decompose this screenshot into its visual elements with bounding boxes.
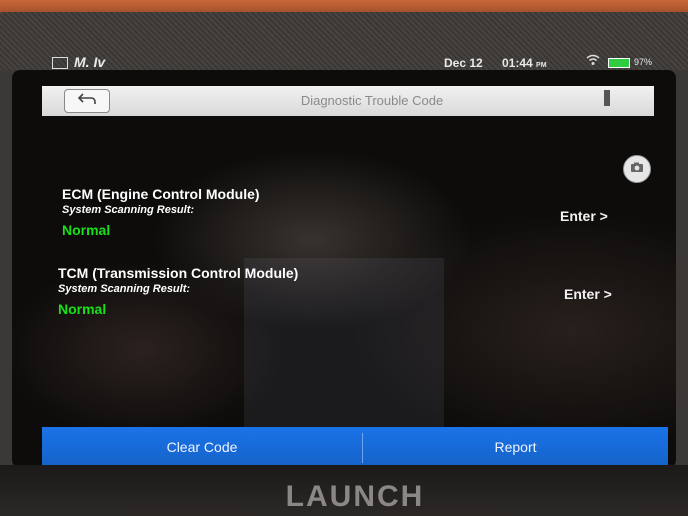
battery-percent: 97%: [634, 57, 653, 67]
page-title: Diagnostic Trouble Code: [300, 93, 444, 108]
title-bar: Diagnostic Trouble Code: [42, 86, 654, 116]
camera-icon: [630, 161, 644, 176]
gallery-icon: [52, 57, 68, 70]
module-tcm[interactable]: TCM (Transmission Control Module) System…: [58, 265, 298, 317]
enter-ecm-link[interactable]: Enter >: [560, 208, 608, 224]
status-date: Dec 12: [444, 56, 483, 70]
side-panel-icon[interactable]: [604, 90, 610, 106]
scan-result-value: Normal: [62, 222, 111, 238]
bottom-action-bar: Clear Code Report: [42, 427, 668, 468]
scan-result-label: System Scanning Result:: [62, 204, 195, 216]
back-arrow-icon: [77, 93, 97, 109]
scan-result-label: System Scanning Result:: [58, 283, 191, 295]
camera-button[interactable]: [623, 155, 651, 183]
module-name: TCM (Transmission Control Module): [58, 265, 299, 281]
status-left-text: M. Iv: [74, 54, 106, 70]
status-bar-left: M. Iv: [52, 54, 105, 70]
status-time: 01:44 PM: [502, 56, 547, 70]
report-button[interactable]: Report: [363, 427, 668, 468]
back-button[interactable]: [64, 89, 110, 113]
status-time-suffix: PM: [536, 62, 547, 69]
module-ecm[interactable]: ECM (Engine Control Module) System Scann…: [62, 186, 260, 238]
battery-icon: [608, 58, 630, 68]
module-name: ECM (Engine Control Module): [62, 186, 260, 202]
scan-result-value: Normal: [58, 301, 107, 317]
status-time-value: 01:44: [502, 56, 533, 70]
brand-logo: LAUNCH: [285, 480, 425, 513]
clear-code-button[interactable]: Clear Code: [42, 427, 362, 468]
enter-tcm-link[interactable]: Enter >: [564, 286, 612, 302]
status-bar: M. Iv Dec 12 01:44 PM 97%: [30, 50, 653, 72]
wifi-icon: [586, 54, 600, 69]
